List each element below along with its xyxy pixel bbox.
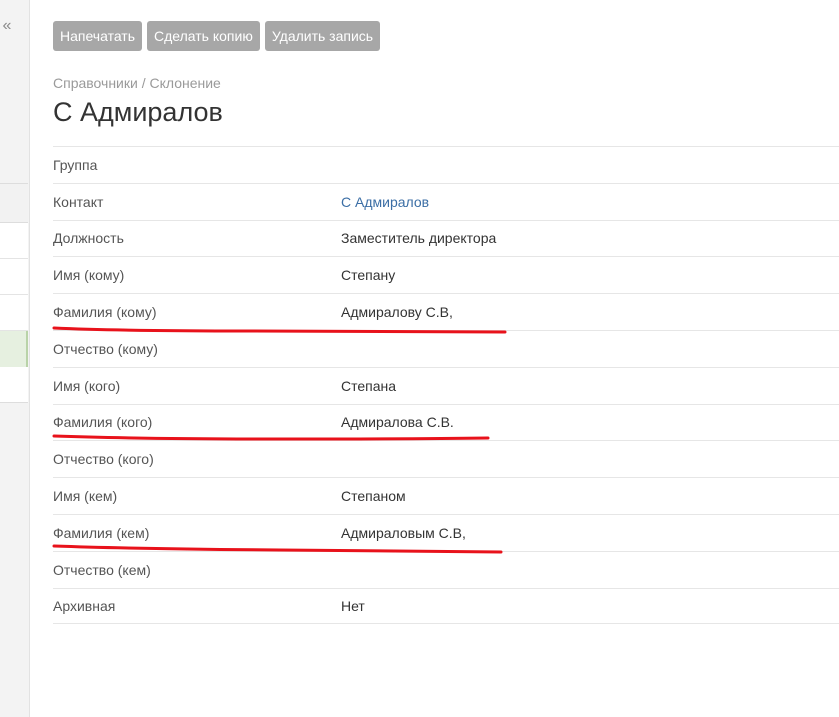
field-label: Отчество (кого) xyxy=(53,451,154,468)
table-row: Должность Заместитель директора xyxy=(53,219,839,257)
sidebar-row[interactable] xyxy=(0,295,28,331)
table-row: Контакт С Адмиралов xyxy=(53,182,839,220)
field-label: Фамилия (кого) xyxy=(53,414,153,431)
table-row: Отчество (кем) xyxy=(53,550,839,588)
table-row: Отчество (кого) xyxy=(53,440,839,477)
table-row: Отчество (кому) xyxy=(53,329,839,367)
field-label: Имя (кому) xyxy=(53,267,125,284)
field-value: Адмиралову С.В, xyxy=(341,304,453,321)
details-table: Группа Контакт С Адмиралов Должность Зам… xyxy=(53,146,839,625)
table-row: Имя (кем) Степаном xyxy=(53,477,839,514)
sidebar-panel-header xyxy=(0,184,28,223)
field-label: Фамилия (кем) xyxy=(53,524,150,541)
field-label: Имя (кем) xyxy=(53,488,118,505)
field-value: Заместитель директора xyxy=(341,230,497,247)
table-row: Фамилия (кому) Адмиралову С.В, xyxy=(53,293,839,330)
table-row: Фамилия (кого) Адмиралова С.В. xyxy=(53,403,839,441)
field-label: Группа xyxy=(53,156,98,173)
breadcrumb[interactable]: Справочники / Склонение xyxy=(53,75,221,91)
field-label: Фамилия (кому) xyxy=(53,304,157,321)
field-value: Адмираловым С.В, xyxy=(341,524,466,541)
field-label: Отчество (кем) xyxy=(53,561,151,578)
table-row: Архивная Нет xyxy=(53,587,839,625)
field-label: Должность xyxy=(53,230,124,247)
field-value: Степана xyxy=(341,377,397,394)
table-row: Фамилия (кем) Адмираловым С.В, xyxy=(53,513,839,551)
contact-link[interactable]: С Адмиралов xyxy=(341,194,839,210)
sidebar-row-active[interactable] xyxy=(0,331,28,367)
toolbar: Напечатать Сделать копию Удалить запись xyxy=(53,21,381,51)
field-value: Адмиралова С.В. xyxy=(341,414,454,431)
table-row: Имя (кому) Степану xyxy=(53,256,839,293)
delete-button[interactable]: Удалить запись xyxy=(264,21,381,51)
record-page: « Напечатать Сделать копию Удалить запис… xyxy=(0,0,839,717)
table-row: Группа xyxy=(53,146,839,183)
sidebar-row[interactable] xyxy=(0,259,28,295)
field-value: Степану xyxy=(341,267,396,284)
sidebar-panel xyxy=(0,183,28,403)
field-value: Степаном xyxy=(341,488,406,505)
copy-button[interactable]: Сделать копию xyxy=(147,21,260,51)
table-row: Имя (кого) Степана xyxy=(53,366,839,404)
print-button[interactable]: Напечатать xyxy=(53,21,143,51)
field-label: Архивная xyxy=(53,597,116,614)
sidebar-row[interactable] xyxy=(0,223,28,259)
left-sidebar: « xyxy=(0,0,30,717)
field-label: Контакт xyxy=(53,193,104,210)
field-label: Имя (кого) xyxy=(53,377,121,394)
field-label: Отчество (кому) xyxy=(53,340,158,357)
page-title: С Адмиралов xyxy=(53,97,223,127)
field-value: Нет xyxy=(341,597,365,614)
collapse-sidebar-icon[interactable]: « xyxy=(0,16,14,36)
